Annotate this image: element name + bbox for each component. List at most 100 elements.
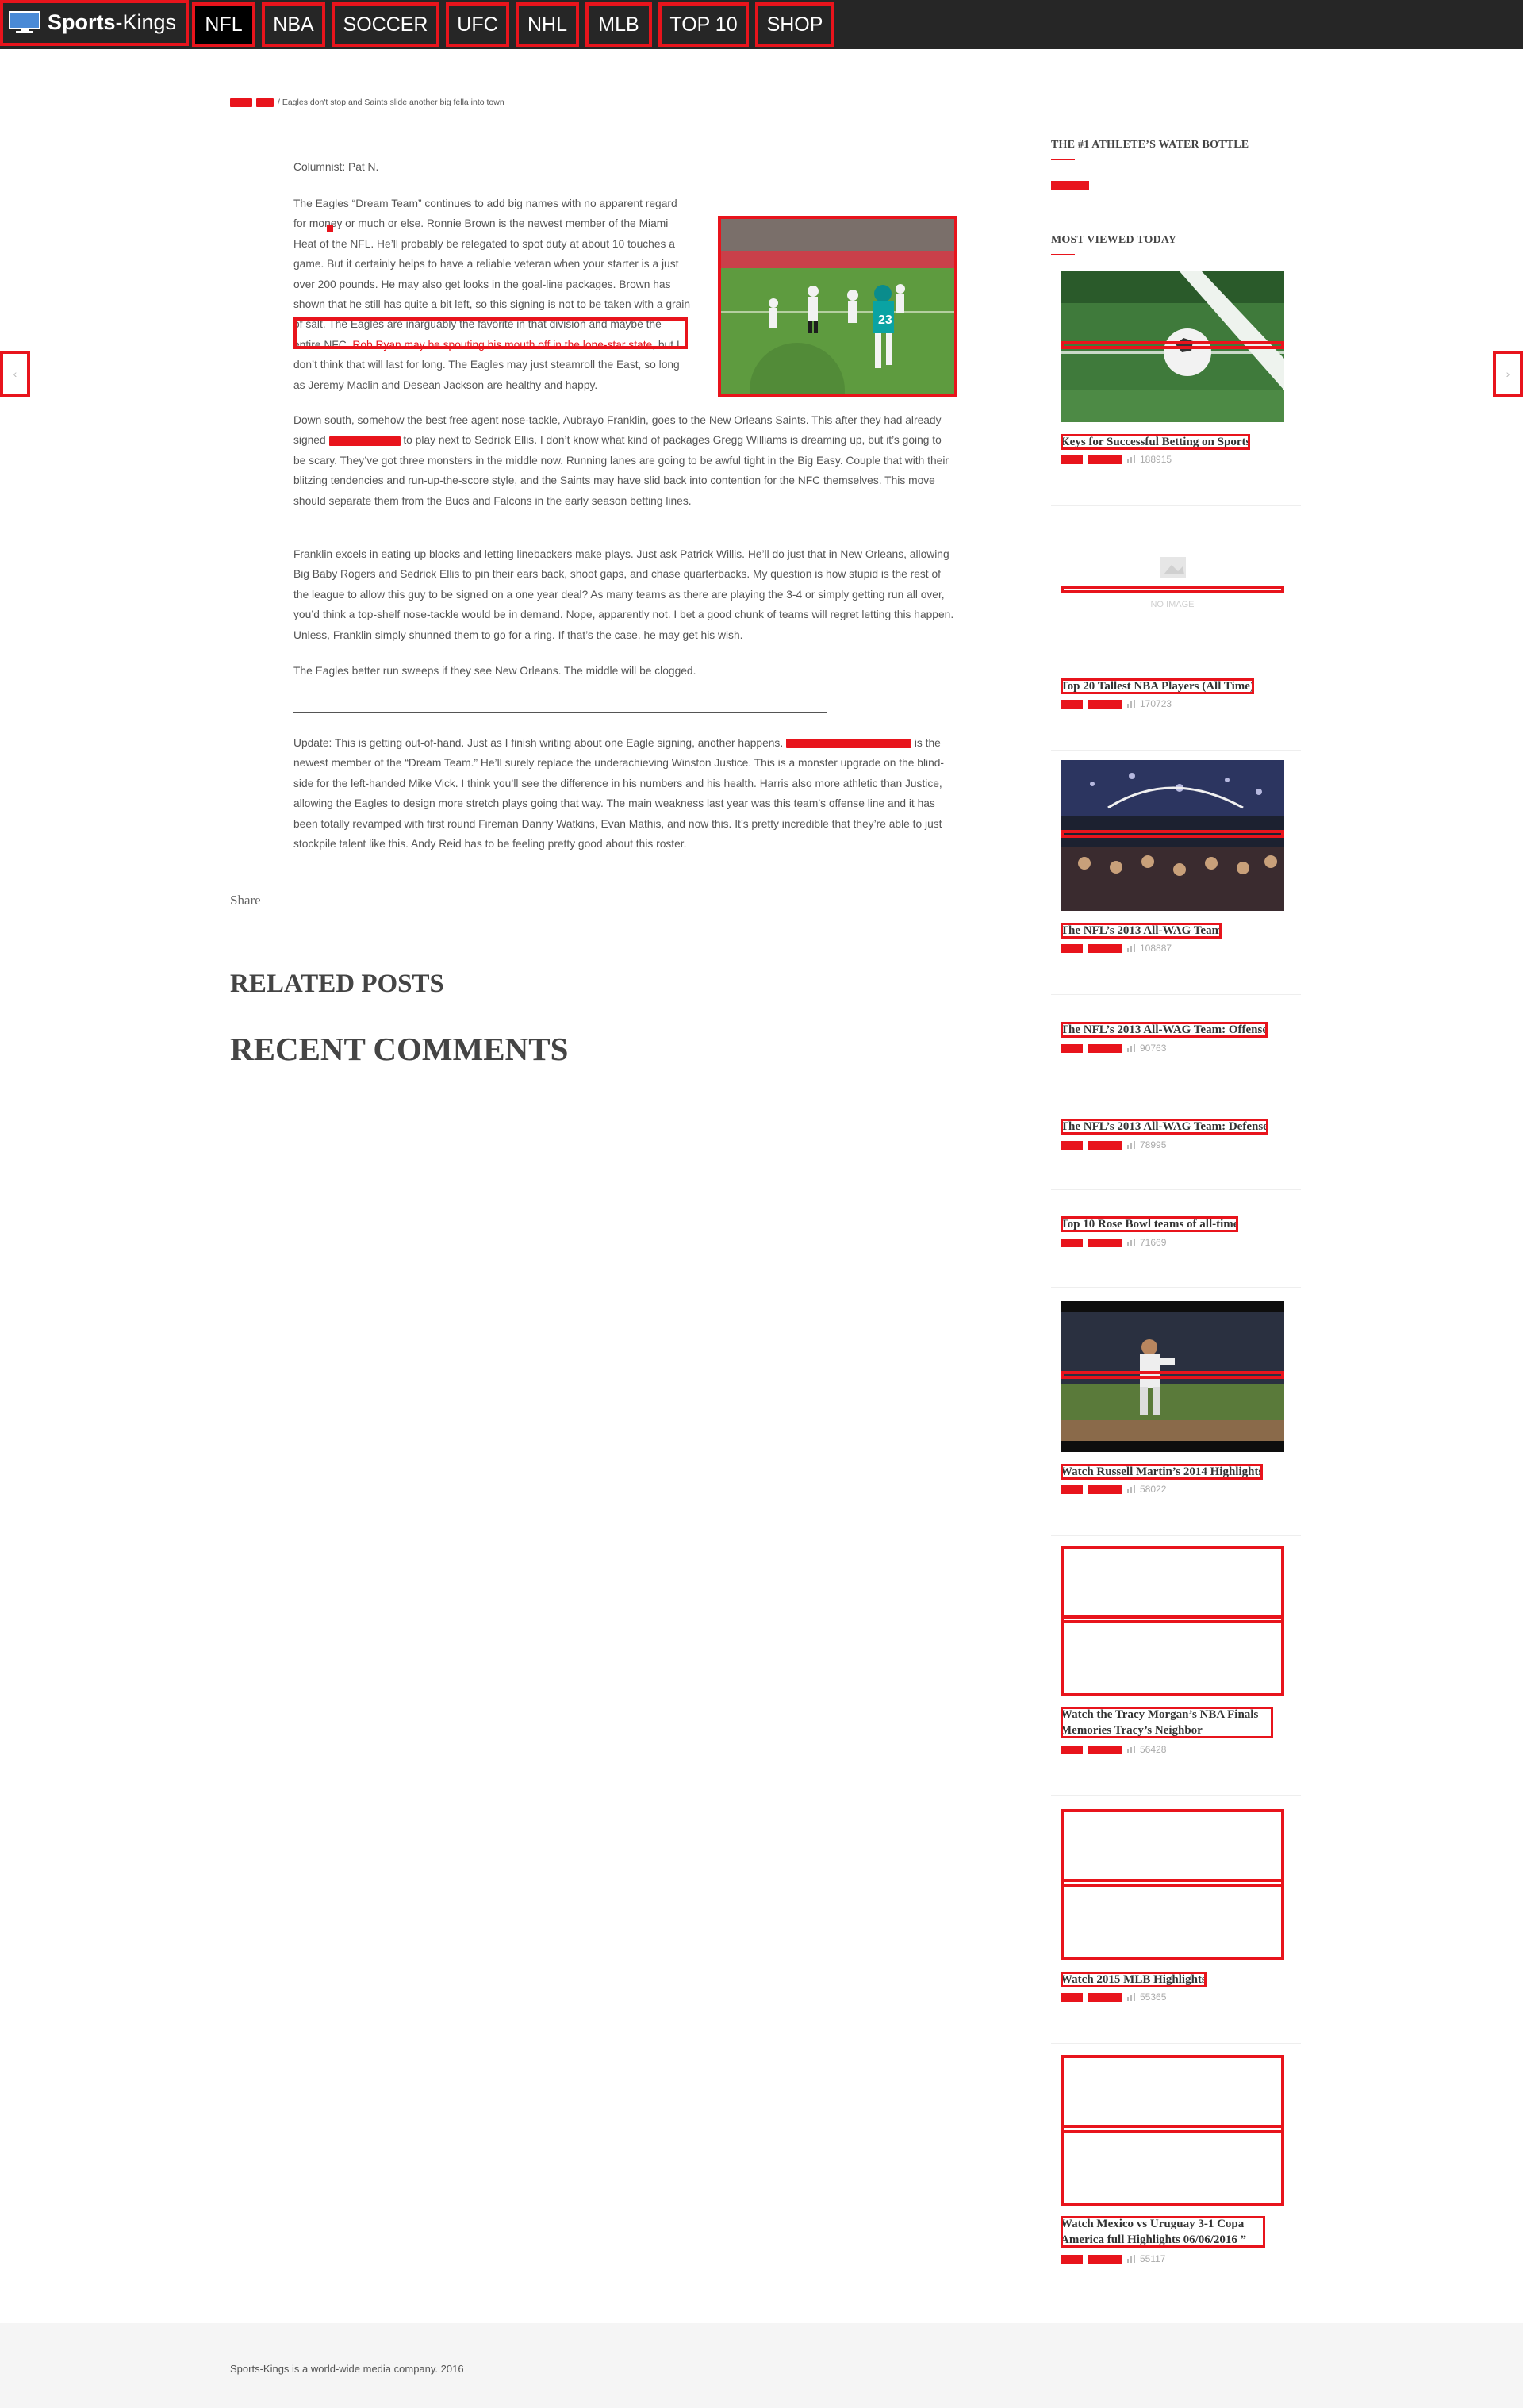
post-thumbnail[interactable]: NO IMAGE bbox=[1061, 516, 1284, 666]
meta-date-pill bbox=[1061, 1745, 1083, 1754]
breadcrumb: / Eagles don't stop and Saints slide ano… bbox=[230, 97, 504, 108]
item-separator bbox=[1051, 1795, 1301, 1796]
post-thumbnail[interactable] bbox=[1061, 760, 1284, 911]
link-annotation-box bbox=[293, 317, 688, 349]
nav-shop[interactable]: SHOP bbox=[755, 2, 834, 47]
related-posts-heading: RELATED POSTS bbox=[230, 970, 444, 998]
bottle-widget-link[interactable] bbox=[1051, 181, 1089, 190]
most-viewed-item[interactable]: Watch Russell Martin’s 2014 Highlights 5… bbox=[1051, 1301, 1301, 1539]
site-logo[interactable]: Sports-Kings bbox=[0, 0, 189, 46]
views-icon bbox=[1127, 700, 1135, 708]
thumbnail-annotation-bar bbox=[1061, 1879, 1284, 1887]
nav-nba[interactable]: NBA bbox=[262, 2, 325, 47]
next-arrow-icon[interactable]: › bbox=[1493, 351, 1523, 397]
thumbnail-annotation-bar bbox=[1061, 2125, 1284, 2133]
meta-category-pill[interactable] bbox=[1088, 1745, 1122, 1754]
view-count: 56428 bbox=[1140, 1744, 1167, 1755]
article-byline: Columnist: Pat N. bbox=[293, 161, 379, 173]
share-label[interactable]: Share bbox=[230, 893, 261, 908]
most-viewed-item[interactable]: Watch 2015 MLB Highlights 55365 bbox=[1051, 1809, 1301, 2047]
meta-date-pill bbox=[1061, 2254, 1083, 2264]
article-divider bbox=[293, 712, 827, 713]
post-meta: 55365 bbox=[1061, 1991, 1166, 2003]
post-thumbnail[interactable] bbox=[1061, 1546, 1284, 1696]
meta-category-pill[interactable] bbox=[1088, 1484, 1122, 1494]
item-separator bbox=[1051, 2043, 1301, 2044]
post-meta: 90763 bbox=[1061, 1043, 1166, 1054]
meta-category-pill[interactable] bbox=[1088, 1043, 1122, 1053]
nav-nhl[interactable]: NHL bbox=[516, 2, 579, 47]
meta-date-pill bbox=[1061, 1992, 1083, 2002]
item-separator bbox=[1051, 1189, 1301, 1190]
nav-top10[interactable]: TOP 10 bbox=[658, 2, 749, 47]
nav-soccer[interactable]: SOCCER bbox=[332, 2, 439, 47]
prev-arrow-icon[interactable]: ‹ bbox=[0, 351, 30, 397]
post-title-link[interactable]: Watch 2015 MLB Highlights bbox=[1061, 1972, 1207, 1987]
views-icon bbox=[1127, 2255, 1135, 2263]
post-meta: 56428 bbox=[1061, 1744, 1166, 1755]
post-title-link[interactable]: Top 10 Rose Bowl teams of all-time bbox=[1061, 1216, 1239, 1232]
top-navbar: Sports-Kings NFL NBA SOCCER UFC NHL MLB … bbox=[0, 0, 1523, 49]
views-icon bbox=[1127, 1141, 1135, 1149]
post-thumbnail[interactable] bbox=[1061, 1809, 1284, 1960]
post-title-link[interactable]: The NFL’s 2013 All-WAG Team: Offense bbox=[1061, 1022, 1268, 1038]
post-thumbnail[interactable] bbox=[1061, 271, 1284, 422]
post-meta: 188915 bbox=[1061, 454, 1172, 465]
most-viewed-item[interactable]: Top 10 Rose Bowl teams of all-time 71669 bbox=[1051, 1216, 1301, 1280]
meta-date-pill bbox=[1061, 1484, 1083, 1494]
brand-name: Sports-Kings bbox=[48, 10, 177, 34]
most-viewed-item[interactable]: Watch the Tracy Morgan’s NBA Finals Memo… bbox=[1051, 1546, 1301, 1784]
meta-category-pill[interactable] bbox=[1088, 699, 1122, 709]
post-title-link[interactable]: Top 20 Tallest NBA Players (All Time) bbox=[1061, 678, 1254, 694]
most-viewed-item[interactable]: NO IMAGE Top 20 Tallest NBA Players (All… bbox=[1051, 516, 1301, 754]
meta-category-pill[interactable] bbox=[1088, 943, 1122, 953]
nav-mlb[interactable]: MLB bbox=[585, 2, 652, 47]
meta-category-pill[interactable] bbox=[1088, 1238, 1122, 1247]
article-paragraph-1: The Eagles “Dream Team” continues to add… bbox=[293, 198, 691, 391]
most-viewed-item[interactable]: Watch Mexico vs Uruguay 3-1 Copa America… bbox=[1051, 2055, 1301, 2293]
post-meta: 71669 bbox=[1061, 1237, 1166, 1248]
views-icon bbox=[1127, 944, 1135, 952]
nav-ufc[interactable]: UFC bbox=[446, 2, 509, 47]
article-byline-block: Columnist: Pat N. bbox=[293, 157, 956, 177]
most-viewed-item[interactable]: Keys for Successful Betting on Sports 18… bbox=[1051, 271, 1301, 509]
view-count: 90763 bbox=[1140, 1043, 1167, 1054]
most-viewed-item[interactable]: The NFL’s 2013 All-WAG Team 108887 bbox=[1051, 760, 1301, 998]
breadcrumb-home[interactable] bbox=[230, 98, 252, 107]
jammal-brown-link[interactable] bbox=[786, 739, 911, 749]
post-meta: 108887 bbox=[1061, 943, 1172, 954]
post-title-link[interactable]: Watch Russell Martin’s 2014 Highlights bbox=[1061, 1464, 1264, 1480]
item-separator bbox=[1051, 994, 1301, 995]
svg-text:23: 23 bbox=[878, 313, 892, 327]
thumbnail-annotation-bar bbox=[1061, 341, 1284, 349]
post-title-link[interactable]: Watch Mexico vs Uruguay 3-1 Copa America… bbox=[1061, 2216, 1265, 2248]
meta-date-pill bbox=[1061, 1140, 1083, 1150]
view-count: 108887 bbox=[1140, 943, 1172, 954]
meta-category-pill[interactable] bbox=[1088, 455, 1122, 464]
post-title-link[interactable]: Watch the Tracy Morgan’s NBA Finals Memo… bbox=[1061, 1707, 1273, 1738]
signed-player-link[interactable] bbox=[328, 436, 401, 446]
post-title-link[interactable]: Keys for Successful Betting on Sports bbox=[1061, 434, 1251, 450]
breadcrumb-category[interactable] bbox=[256, 98, 274, 107]
post-title-link[interactable]: The NFL’s 2013 All-WAG Team bbox=[1061, 923, 1222, 939]
most-viewed-item[interactable]: The NFL’s 2013 All-WAG Team: Offense 907… bbox=[1051, 1022, 1301, 1085]
view-count: 55365 bbox=[1140, 1991, 1167, 2003]
article-paragraph-4: The Eagles better run sweeps if they see… bbox=[293, 665, 696, 677]
breadcrumb-current: / Eagles don't stop and Saints slide ano… bbox=[278, 98, 504, 107]
post-title-link[interactable]: The NFL’s 2013 All-WAG Team: Defense bbox=[1061, 1119, 1268, 1135]
nav-nfl[interactable]: NFL bbox=[192, 2, 255, 47]
post-meta: 58022 bbox=[1061, 1484, 1166, 1495]
meta-category-pill[interactable] bbox=[1088, 1992, 1122, 2002]
bottle-widget-title: THE #1 ATHLETE’S WATER BOTTLE bbox=[1051, 139, 1249, 151]
meta-category-pill[interactable] bbox=[1088, 1140, 1122, 1150]
post-thumbnail[interactable] bbox=[1061, 1301, 1284, 1452]
post-meta: 55117 bbox=[1061, 2253, 1165, 2264]
most-viewed-title: MOST VIEWED TODAY bbox=[1051, 234, 1177, 246]
post-thumbnail[interactable] bbox=[1061, 2055, 1284, 2206]
football-player-image: 23 bbox=[718, 216, 957, 397]
meta-category-pill[interactable] bbox=[1088, 2254, 1122, 2264]
most-viewed-item[interactable]: The NFL’s 2013 All-WAG Team: Defense 789… bbox=[1051, 1119, 1301, 1182]
views-icon bbox=[1127, 1746, 1135, 1753]
meta-date-pill bbox=[1061, 943, 1083, 953]
thumbnail-annotation-bar bbox=[1061, 1615, 1284, 1623]
